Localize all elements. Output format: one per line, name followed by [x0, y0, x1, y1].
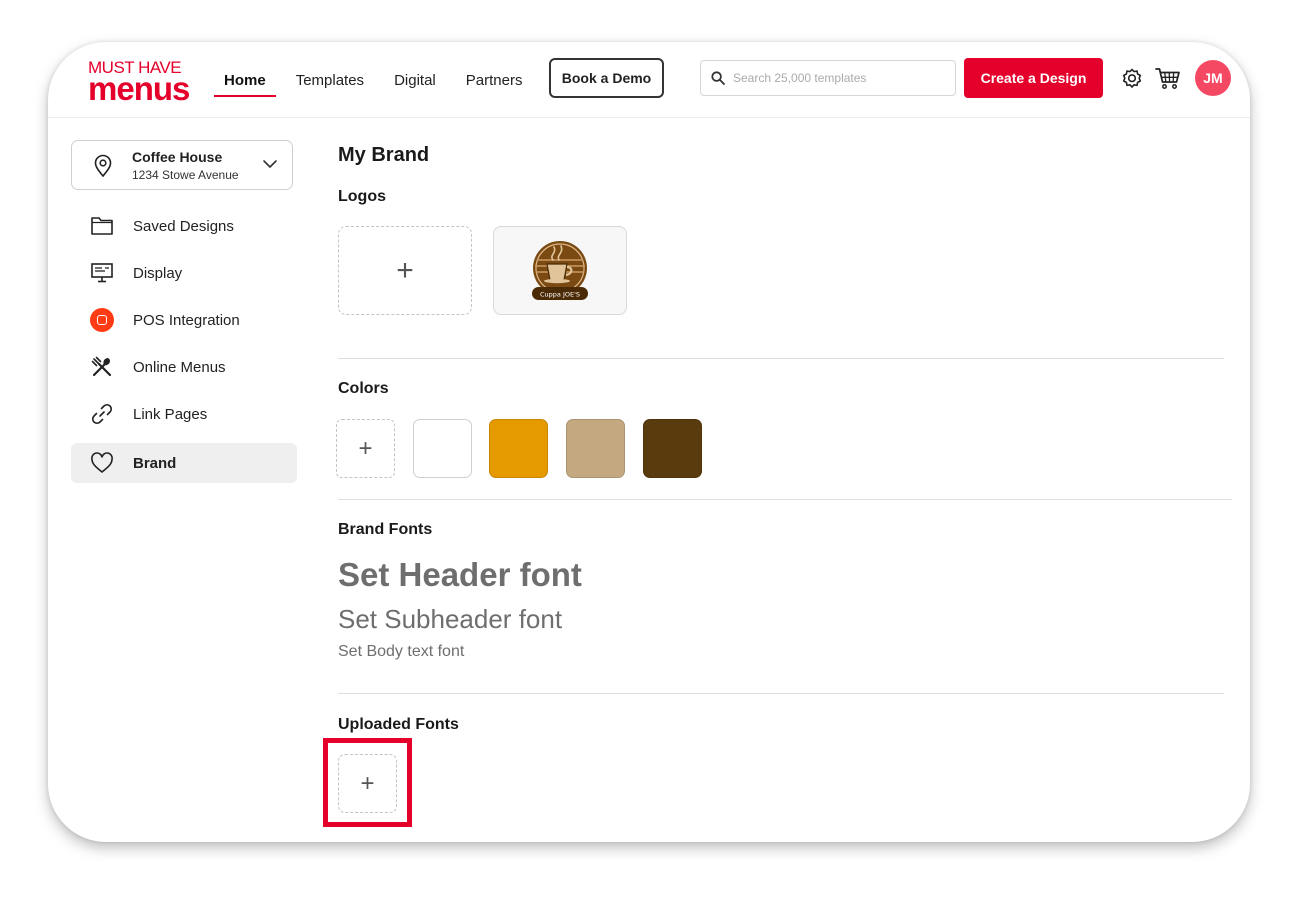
- logo-caption: Cuppa JOE'S: [540, 290, 580, 298]
- logos-heading: Logos: [338, 188, 386, 205]
- sidebar-item-label: Display: [133, 264, 183, 282]
- heart-icon: [90, 451, 114, 475]
- location-address: 1234 Stowe Avenue: [132, 168, 239, 182]
- sidebar-item-label: Brand: [133, 454, 177, 472]
- color-swatch[interactable]: [413, 419, 472, 478]
- folder-icon: [90, 214, 114, 238]
- gear-icon[interactable]: [1120, 66, 1144, 90]
- sidebar-item-display[interactable]: Display: [71, 253, 297, 293]
- section-divider: [338, 499, 1232, 500]
- search-box[interactable]: [700, 60, 956, 96]
- highlight-box: [323, 738, 412, 827]
- coffee-logo-image: Cuppa JOE'S: [532, 240, 588, 300]
- utensils-icon: [90, 355, 114, 379]
- color-swatch[interactable]: [566, 419, 625, 478]
- add-logo-button[interactable]: +: [338, 226, 472, 315]
- plus-icon: +: [358, 434, 373, 462]
- uploaded-fonts-heading: Uploaded Fonts: [338, 716, 459, 733]
- user-avatar[interactable]: JM: [1195, 60, 1231, 96]
- sidebar-item-label: Link Pages: [133, 405, 208, 423]
- sidebar-item-link-pages[interactable]: Link Pages: [71, 394, 297, 434]
- page-title: My Brand: [338, 144, 430, 166]
- add-color-button[interactable]: +: [336, 419, 395, 478]
- sidebar-item-brand[interactable]: Brand: [71, 443, 297, 483]
- location-name: Coffee House: [132, 149, 223, 165]
- color-swatch[interactable]: [643, 419, 702, 478]
- plus-icon: +: [396, 253, 414, 287]
- location-pin-icon: [94, 154, 112, 178]
- sidebar-item-label: Saved Designs: [133, 217, 234, 235]
- nav-partners[interactable]: Partners: [466, 42, 523, 118]
- section-divider: [338, 693, 1224, 694]
- logo-thumbnail[interactable]: Cuppa JOE'S: [493, 226, 627, 315]
- sidebar-item-label: POS Integration: [133, 311, 240, 329]
- location-selector[interactable]: Coffee House 1234 Stowe Avenue: [71, 140, 293, 190]
- brand-fonts-heading: Brand Fonts: [338, 521, 433, 538]
- body-font-setter[interactable]: Set Body text font: [338, 643, 464, 661]
- nav-digital[interactable]: Digital: [394, 42, 436, 118]
- search-input[interactable]: [733, 71, 943, 85]
- color-swatch[interactable]: [489, 419, 548, 478]
- cart-icon[interactable]: [1155, 66, 1181, 90]
- section-divider: [338, 358, 1224, 359]
- header-font-setter[interactable]: Set Header font: [338, 556, 582, 594]
- book-demo-button[interactable]: Book a Demo: [549, 58, 664, 98]
- app-window: MUST HAVE menus Home Templates Digital P…: [48, 42, 1250, 842]
- subheader-font-setter[interactable]: Set Subheader font: [338, 604, 562, 635]
- pos-icon: [90, 308, 114, 332]
- sidebar-item-saved-designs[interactable]: Saved Designs: [71, 206, 297, 246]
- monitor-icon: [90, 261, 114, 285]
- nav-templates[interactable]: Templates: [296, 42, 364, 118]
- top-header: MUST HAVE menus Home Templates Digital P…: [48, 42, 1250, 118]
- sidebar-item-label: Online Menus: [133, 358, 226, 376]
- nav-home[interactable]: Home: [214, 42, 276, 118]
- create-design-button[interactable]: Create a Design: [964, 58, 1103, 98]
- brand-logo[interactable]: MUST HAVE menus: [88, 59, 193, 105]
- main-nav: Home Templates Digital Partners: [214, 42, 552, 118]
- chevron-down-icon: [263, 160, 277, 168]
- link-icon: [90, 402, 114, 426]
- search-icon: [711, 71, 725, 85]
- colors-heading: Colors: [338, 380, 389, 397]
- sidebar-item-online-menus[interactable]: Online Menus: [71, 347, 297, 387]
- sidebar-item-pos-integration[interactable]: POS Integration: [71, 300, 297, 340]
- logo-bottom-text: menus: [88, 70, 190, 107]
